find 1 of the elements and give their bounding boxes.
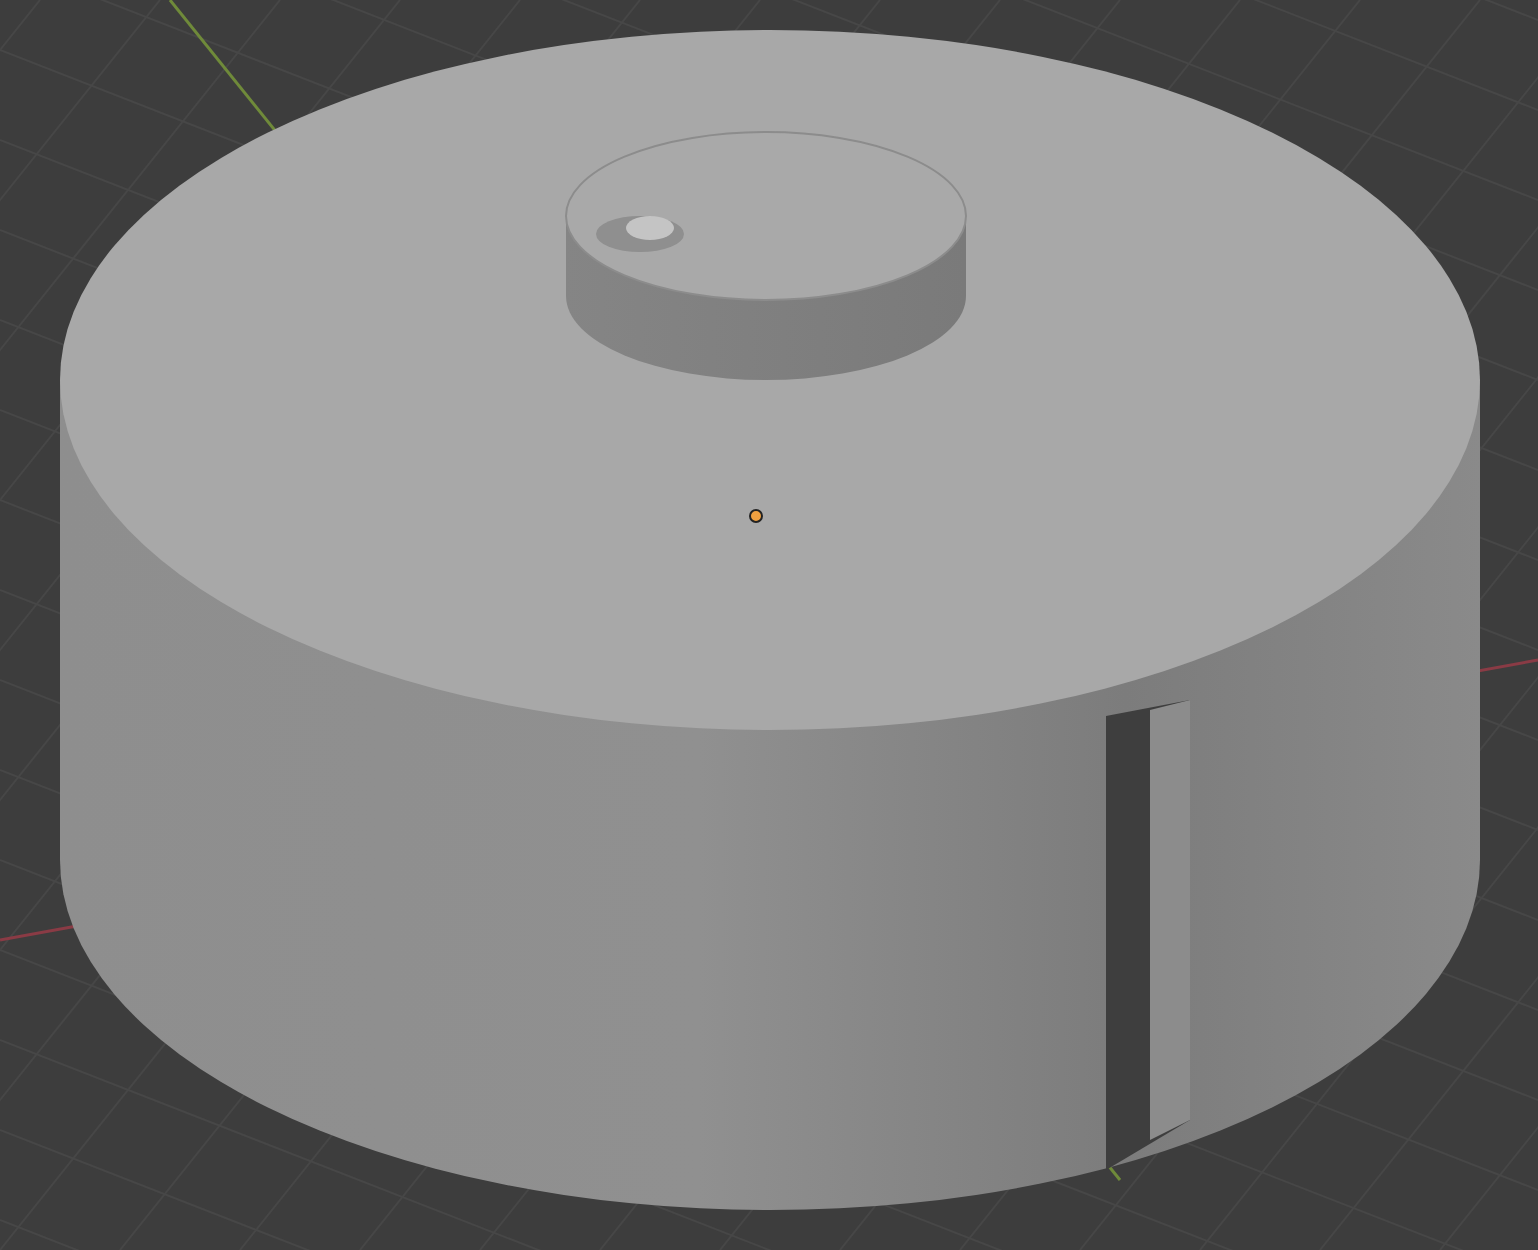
origin-dot-icon bbox=[749, 509, 763, 523]
